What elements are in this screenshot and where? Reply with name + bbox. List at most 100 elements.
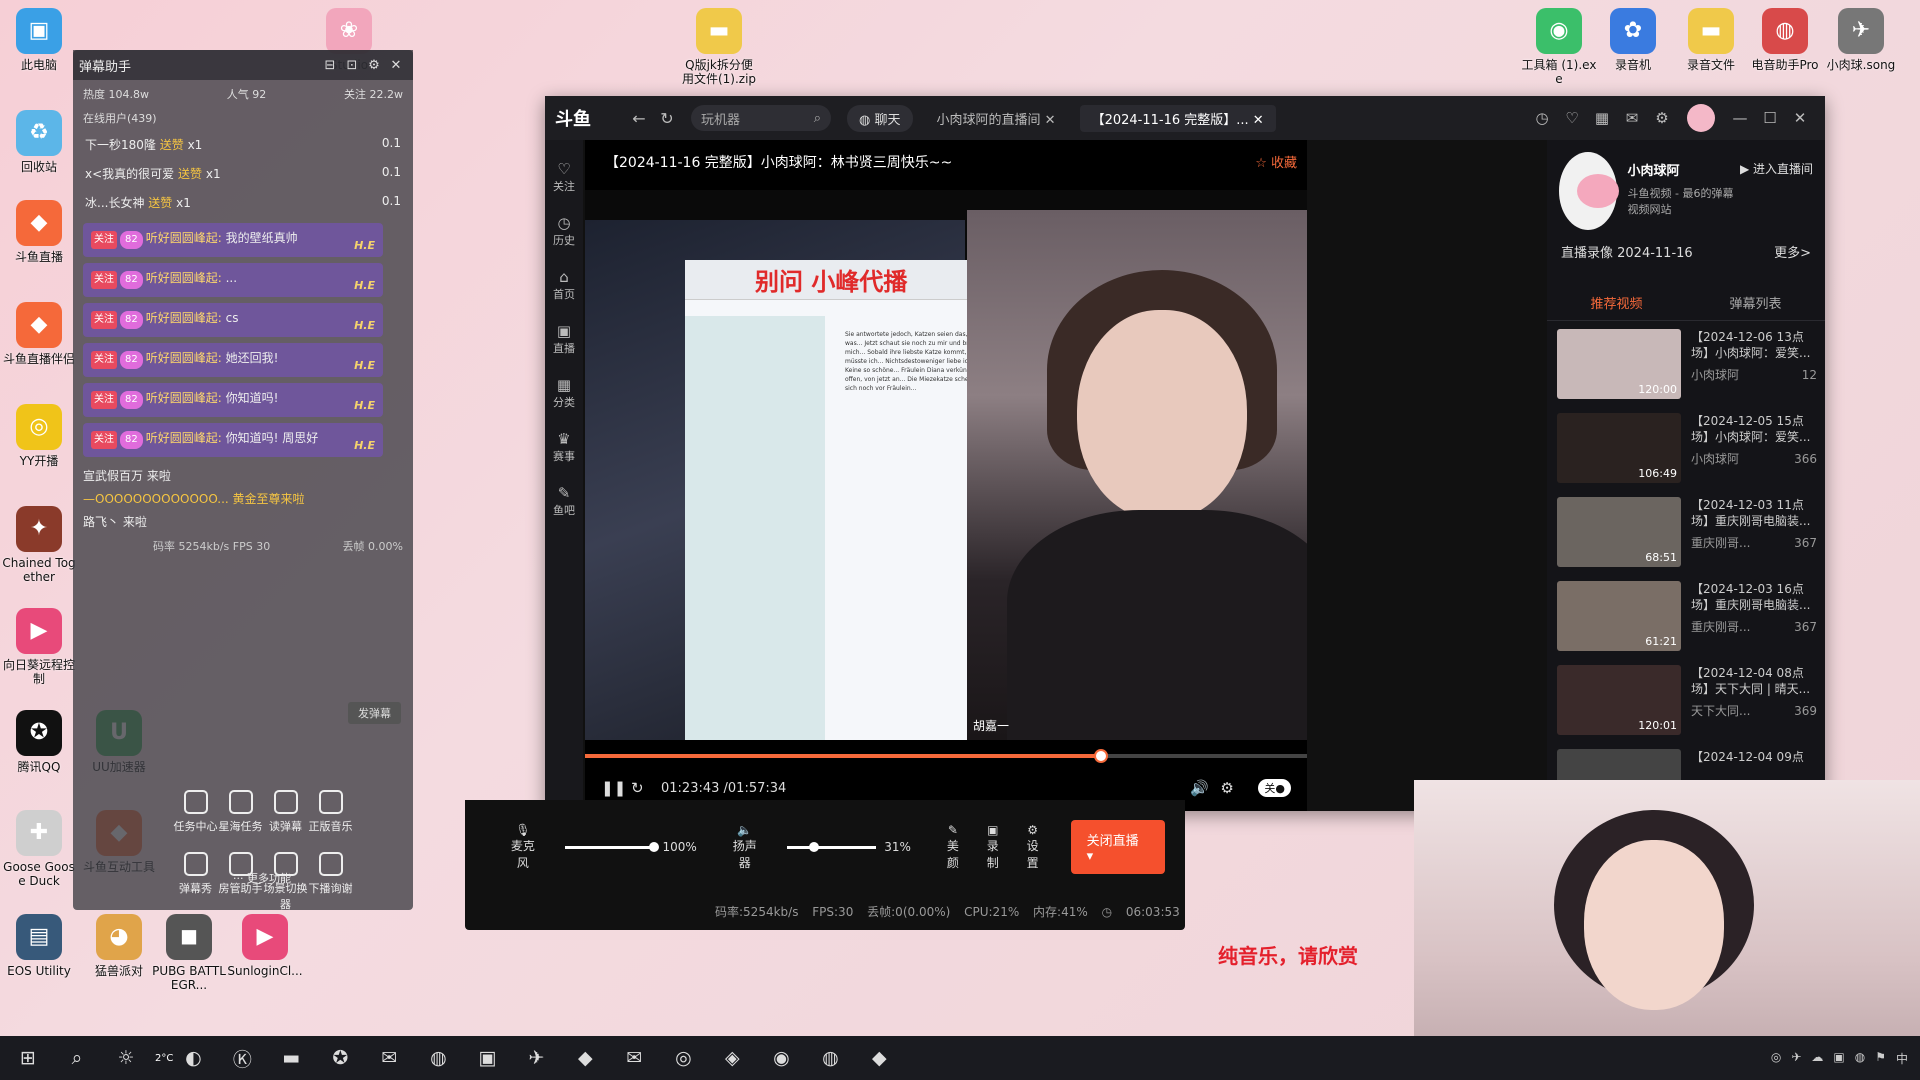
desktop-icon[interactable]: ▣ 此电脑 [0,8,78,72]
tray-icon[interactable]: ◍ [1855,1050,1865,1067]
chat-tab[interactable]: ◍ 聊天 [847,104,913,132]
douyu-logo[interactable]: 斗鱼 [555,105,625,131]
speaker-control[interactable]: 🔈 扬声器 [727,823,763,871]
desktop-icon[interactable]: ▶ 向日葵远程控制 [0,608,78,686]
taskbar-app-icon[interactable]: ◐ [173,1038,213,1078]
nav-item[interactable]: ⌂ 首页 [545,268,583,302]
pin-icon[interactable]: ⊟ [319,58,341,73]
chat-username[interactable]: 听好圆圆峰起: [146,311,222,325]
speaker-slider-knob[interactable] [809,841,820,852]
nav-item[interactable]: ♛ 赛事 [545,430,583,464]
mic-slider-knob[interactable] [649,841,660,852]
tab-danmu-list[interactable]: 弹幕列表 [1686,285,1825,320]
taskbar-app-icon[interactable]: ✉ [614,1038,654,1078]
chat-message[interactable]: 关注 82 听好圆圆峰起: ... H.E [83,263,383,297]
taskbar-app-icon[interactable]: ◆ [859,1038,899,1078]
desktop-icon[interactable]: ◎ YY开播 [0,404,78,468]
desktop-icon[interactable]: ◉ 工具箱 (1).exe [1520,8,1598,86]
taskbar-app-icon[interactable]: ◉ [761,1038,801,1078]
beauty-button[interactable]: ✎ 美颜 [941,823,965,871]
chat-username[interactable]: 听好圆圆峰起: [146,391,222,405]
tool-item[interactable]: 下播询谢 [308,852,353,912]
favorite-button[interactable]: ☆ 收藏 [1255,152,1297,171]
mic-control[interactable]: 🎙 麦克风 [505,823,541,871]
lock-icon[interactable]: ⊡ [341,58,363,73]
close-tab-icon[interactable]: ✕ [1253,113,1264,128]
tray-icon[interactable]: ⚑ [1875,1050,1886,1067]
minimize-icon[interactable]: — [1725,109,1755,127]
taskbar-app-icon[interactable]: ☼ [106,1038,146,1078]
recommend-item[interactable]: 120:00 【2024-12-06 13点场】小肉球阿：爱笑... 小肉球阿 12 [1547,321,1825,405]
close-icon[interactable]: ✕ [385,58,407,73]
close-tab-icon[interactable]: ✕ [1045,113,1056,128]
desktop-icon[interactable]: ✦ Chained Together [0,506,78,584]
taskbar-app-icon[interactable]: ▣ [467,1038,507,1078]
nav-item[interactable]: ◷ 历史 [545,214,583,248]
history-icon[interactable]: ◷ [1527,109,1557,127]
chat-message[interactable]: 关注 82 听好圆圆峰起: 她还回我! H.E [83,343,383,377]
desktop-icon[interactable]: ◍ 电音助手Pro [1746,8,1824,72]
more-link[interactable]: 更多> [1774,242,1811,261]
desktop-icon[interactable]: ✿ 录音机 [1594,8,1672,72]
maximize-icon[interactable]: ☐ [1755,109,1785,127]
taskbar-app-icon[interactable]: ▬ [271,1038,311,1078]
tab-replay[interactable]: 【2024-11-16 完整版】... ✕ [1079,104,1276,132]
mic-slider[interactable] [564,841,660,852]
heart-icon[interactable]: ♡ [1557,109,1587,127]
message-icon[interactable]: ✉ [1617,109,1647,127]
tray-icon[interactable]: ▣ [1833,1050,1844,1067]
desktop-icon[interactable]: ◼ PUBG BATTLEGR... [150,914,228,992]
live-settings-button[interactable]: ⚙ 设置 [1021,823,1045,871]
refresh-icon[interactable]: ↻ [653,109,681,128]
chat-username[interactable]: 听好圆圆峰起: [146,271,222,285]
settings-icon[interactable]: ⚙ [1220,779,1250,797]
recommend-item[interactable]: 68:51 【2024-12-03 11点场】重庆刚哥电脑装... 重庆刚哥... 3… [1547,489,1825,573]
desktop-icon[interactable]: ▶ SunloginCl... [226,914,304,978]
desktop-icon[interactable]: ▬ 录音文件 [1672,8,1750,72]
taskbar-app-icon[interactable]: ◎ [663,1038,703,1078]
volume-icon[interactable]: 🔊 [1190,779,1220,797]
desktop-icon[interactable]: ◆ 斗鱼直播伴侣 [0,302,78,366]
enter-room-button[interactable]: ▶ 进入直播间 [1740,160,1813,230]
taskbar-app-icon[interactable]: ✪ [320,1038,360,1078]
recommend-item[interactable]: 106:49 【2024-12-05 15点场】小肉球阿：爱笑... 小肉球阿 366 [1547,405,1825,489]
recommend-item[interactable]: 120:01 【2024-12-04 08点场】天下大同 | 晴天... 天下大同.… [1547,657,1825,741]
video-thumbnail[interactable]: 120:01 [1557,665,1681,735]
anchor-name[interactable]: 小肉球阿 [1627,160,1739,179]
taskbar-app-icon[interactable]: ◆ [565,1038,605,1078]
taskbar-app-icon[interactable]: ✈ [516,1038,556,1078]
video-player[interactable]: 【2024-11-16 完整版】小肉球阿：林书贤三周快乐~~ ☆ 收藏 Sie … [585,140,1307,811]
desktop-icon[interactable]: ✚ Goose Goose Duck [0,810,78,888]
tab-live-room[interactable]: 小肉球阿的直播间 ✕ [925,105,1068,132]
anchor-avatar[interactable] [1559,152,1620,230]
desktop-icon[interactable]: ✈ 小肉球.song [1822,8,1900,72]
back-icon[interactable]: ← [625,109,653,128]
video-thumbnail[interactable]: 120:00 [1557,329,1681,399]
send-danmu-button[interactable]: 发弹幕 [348,702,401,724]
search-input[interactable]: 玩机器 ⌕ [691,105,831,131]
progress-knob[interactable] [1093,749,1108,763]
taskbar-app-icon[interactable]: ⊞ [8,1038,48,1078]
chat-message[interactable]: 关注 82 听好圆圆峰起: 你知道吗! 周思好 H.E [83,423,383,457]
replay-icon[interactable]: ↻ [631,779,661,797]
recommend-item[interactable]: 61:21 【2024-12-03 16点场】重庆刚哥电脑装... 重庆刚哥... 3… [1547,573,1825,657]
tool-item[interactable]: 读弹幕 [263,790,308,834]
chat-message[interactable]: 关注 82 听好圆圆峰起: 你知道吗! H.E [83,383,383,417]
chat-username[interactable]: 听好圆圆峰起: [146,351,222,365]
search-icon[interactable]: ⌕ [814,111,821,126]
tool-item[interactable]: 任务中心 [173,790,218,834]
tool-item[interactable]: 星海任务 [218,790,263,834]
taskbar-app-icon[interactable]: ⌕ [57,1038,97,1078]
user-avatar[interactable] [1687,104,1715,132]
video-thumbnail[interactable]: 106:49 [1557,413,1681,483]
tray-icon[interactable]: ◎ [1771,1050,1781,1067]
pause-icon[interactable]: ❚❚ [601,779,631,797]
chat-message[interactable]: 关注 82 听好圆圆峰起: 我的壁纸真帅 H.E [83,223,383,257]
nav-item[interactable]: ▦ 分类 [545,376,583,410]
calendar-icon[interactable]: ▦ [1587,109,1617,127]
desktop-icon[interactable]: ▤ EOS Utility [0,914,78,978]
video-thumbnail[interactable]: 61:21 [1557,581,1681,651]
desktop-icon[interactable]: ♻ 回收站 [0,110,78,174]
gear-icon[interactable]: ⚙ [1647,109,1677,127]
nav-item[interactable]: ✎ 鱼吧 [545,484,583,518]
